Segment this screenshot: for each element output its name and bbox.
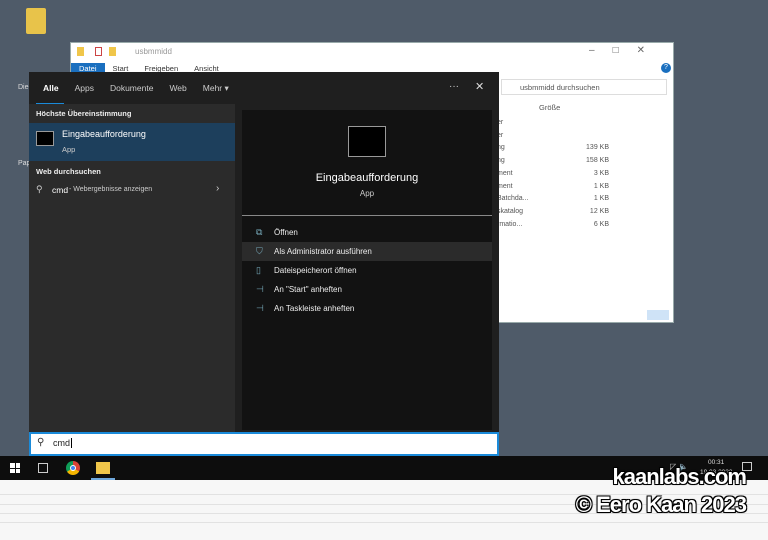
explorer-search-input[interactable]: usbmmidd durchsuchen <box>501 79 667 95</box>
action-item[interactable]: ⊣ An "Start" anheften <box>242 280 492 299</box>
file-name: Batchda... <box>497 195 529 203</box>
file-row[interactable]: skatalog 12 KB <box>497 208 609 215</box>
close-icon[interactable]: ✕ <box>475 80 484 93</box>
command-prompt-icon <box>36 131 54 146</box>
start-search-panel: Alle Apps Dokumente Web Mehr ▾ ··· ✕ Höchste… <box>29 72 499 456</box>
file-row[interactable]: Batchda... 1 KB <box>497 195 609 202</box>
file-size: 12 KB <box>589 207 609 215</box>
help-icon[interactable]: ? <box>661 63 671 73</box>
folder-location-icon: ▯ <box>256 265 261 275</box>
tab-apps[interactable]: Apps <box>75 83 94 93</box>
folder-icon <box>77 47 84 56</box>
windows-start-icon[interactable] <box>10 463 20 473</box>
best-match-heading: Höchste Übereinstimmung <box>36 109 132 118</box>
file-size: 139 KB <box>586 144 609 152</box>
web-suffix: - Webergebnisse anzeigen <box>69 186 153 193</box>
tab-alle[interactable]: Alle <box>43 83 59 93</box>
admin-shield-icon: ⛉ <box>256 246 263 256</box>
tab-dokumente[interactable]: Dokumente <box>110 83 153 93</box>
more-options-icon[interactable]: ··· <box>449 81 459 92</box>
action-label: Dateispeicherort öffnen <box>274 266 357 275</box>
action-item[interactable]: ⊣ An Taskleiste anheften <box>242 299 492 318</box>
watermark-site: kaanlabs.com <box>612 464 747 489</box>
pin-icon: ⊣ <box>256 284 264 294</box>
web-search-heading: Web durchsuchen <box>36 167 101 176</box>
search-tabs: Alle Apps Dokumente Web Mehr ▾ <box>43 83 245 94</box>
file-name: rmatio... <box>497 220 523 228</box>
window-controls[interactable]: –□✕ <box>589 45 663 56</box>
file-name: skatalog <box>497 207 524 215</box>
window-title: usbmmidd <box>135 47 172 56</box>
action-item[interactable]: ⧉ Öffnen <box>242 223 492 242</box>
file-row[interactable]: ng 158 KB <box>497 157 609 164</box>
preview-name: Eingabeaufforderung <box>315 172 419 184</box>
results-pane: Höchste Übereinstimmung Eingabeaufforder… <box>29 104 235 432</box>
file-name: ment <box>497 169 513 177</box>
action-item[interactable]: ▯ Dateispeicherort öffnen <box>242 261 492 280</box>
web-search-result[interactable]: ⚲ cmd - Webergebnisse anzeigen › <box>29 180 235 200</box>
action-label: Als Administrator ausführen <box>274 247 372 256</box>
best-match-result[interactable]: Eingabeaufforderung App <box>29 123 235 161</box>
result-name: Eingabeaufforderung <box>62 129 146 139</box>
search-icon: ⚲ <box>37 437 45 448</box>
file-row[interactable]: er <box>497 132 609 139</box>
search-query: cmd <box>53 438 71 448</box>
file-explorer-icon[interactable] <box>96 462 110 474</box>
tab-mehr[interactable]: Mehr ▾ <box>203 83 229 93</box>
chrome-icon[interactable] <box>66 461 80 475</box>
chevron-right-icon[interactable]: › <box>216 183 219 194</box>
file-row[interactable]: ment 1 KB <box>497 183 609 190</box>
action-label: An "Start" anheften <box>274 285 342 294</box>
action-label: An Taskleiste anheften <box>274 304 355 313</box>
file-row[interactable]: ng 139 KB <box>497 144 609 151</box>
properties-icon[interactable] <box>95 47 102 56</box>
desktop-user-folder-icon[interactable] <box>18 8 54 34</box>
watermark-copyright: © Eero Kaan 2023 <box>575 492 747 517</box>
new-folder-icon[interactable] <box>109 47 116 56</box>
task-view-icon[interactable] <box>38 463 48 473</box>
action-item[interactable]: ⛉ Als Administrator ausführen <box>242 242 492 261</box>
divider <box>242 215 492 216</box>
file-size: 1 KB <box>593 195 609 203</box>
search-input[interactable]: ⚲ cmd <box>29 432 499 456</box>
file-row[interactable]: er <box>497 119 609 126</box>
file-name: ment <box>497 182 513 190</box>
preview-pane: Eingabeaufforderung App ⧉ Öffnen ⛉ Als Admi… <box>242 110 492 430</box>
result-type: App <box>62 145 76 154</box>
preview-type: App <box>359 189 375 198</box>
action-label: Öffnen <box>274 228 298 237</box>
command-prompt-large-icon <box>348 126 386 157</box>
open-icon: ⧉ <box>256 227 263 237</box>
file-size: 6 KB <box>593 220 609 228</box>
file-size: 1 KB <box>593 182 609 190</box>
tab-web[interactable]: Web <box>169 83 186 93</box>
file-size: 3 KB <box>593 169 609 177</box>
view-toggle-icons[interactable] <box>647 310 669 320</box>
web-query: cmd <box>52 185 69 195</box>
file-row[interactable]: rmatio... 6 KB <box>497 221 609 228</box>
file-size: 158 KB <box>586 157 609 165</box>
file-row[interactable]: ment 3 KB <box>497 170 609 177</box>
search-icon: ⚲ <box>36 184 43 194</box>
column-header-size[interactable]: Größe <box>539 103 560 112</box>
pin-icon: ⊣ <box>256 303 264 313</box>
